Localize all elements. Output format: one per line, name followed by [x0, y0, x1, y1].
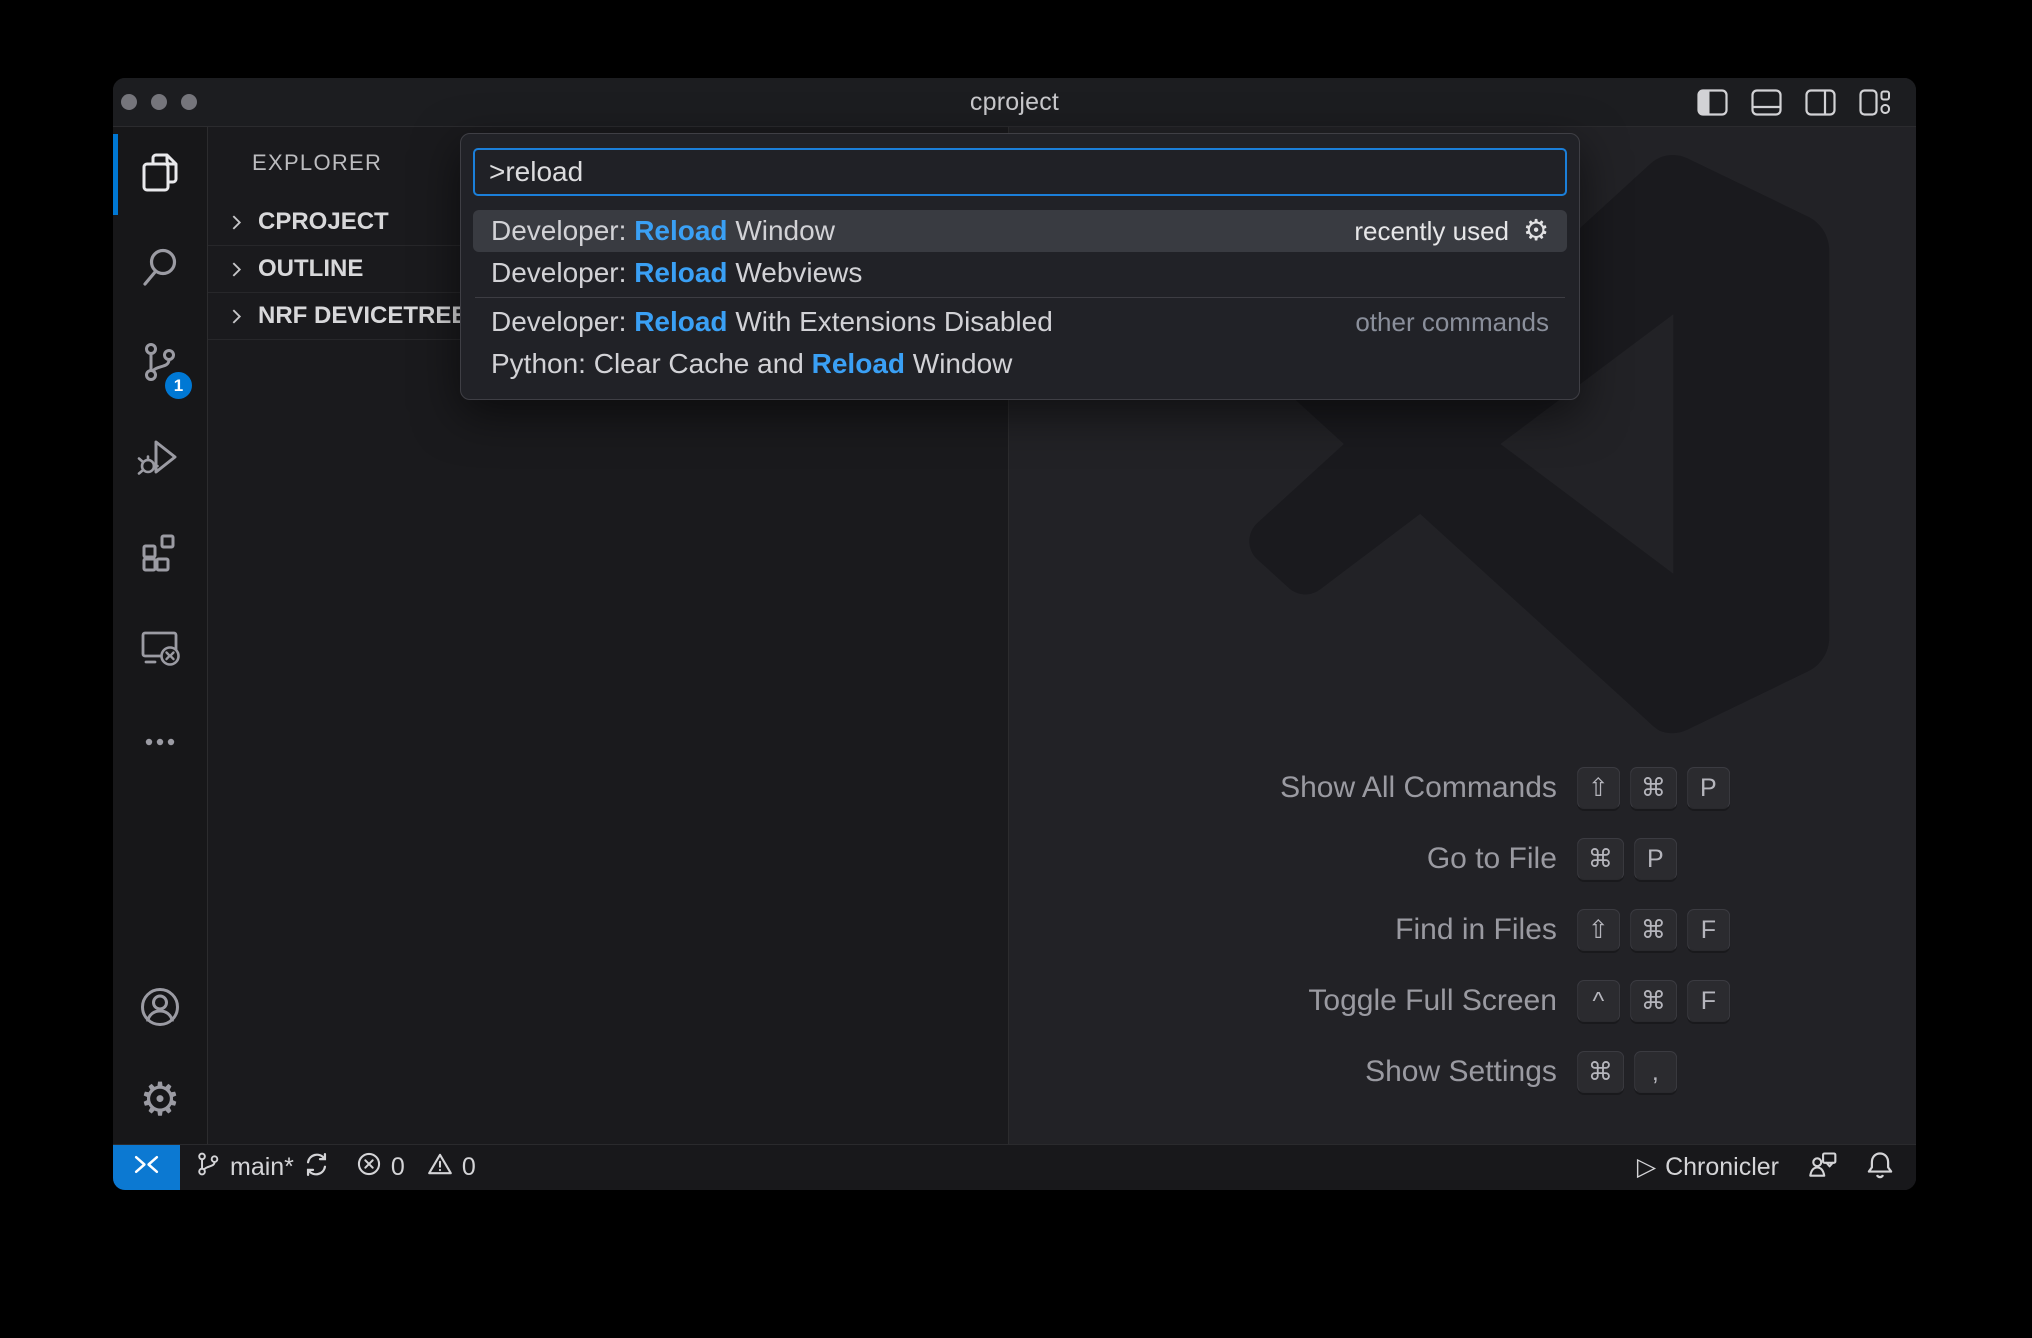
command-item-reload-webviews[interactable]: Developer: Reload Webviews	[473, 252, 1567, 294]
problems-status-item[interactable]: 0 0	[356, 1151, 476, 1184]
window-title: cproject	[970, 88, 1059, 117]
toggle-secondary-sidebar-icon[interactable]	[1805, 89, 1836, 116]
close-button[interactable]	[121, 94, 137, 110]
watermark-shortcuts: Show All Commands ⇧ ⌘ P Go to File ⌘ P F…	[1280, 767, 1730, 1093]
toggle-primary-sidebar-icon[interactable]	[1697, 89, 1728, 116]
remote-icon	[133, 1153, 160, 1182]
sidebar-item-extensions[interactable]	[113, 507, 207, 602]
error-icon	[356, 1151, 382, 1184]
cmd-key: ⌘	[1577, 838, 1624, 880]
shortcut-keys: ⌘ P	[1577, 838, 1730, 880]
status-bar: main* 0 0	[113, 1144, 1916, 1190]
chevron-right-icon	[228, 214, 245, 231]
search-icon	[136, 243, 184, 296]
gear-icon[interactable]: ⚙	[1523, 217, 1549, 246]
ellipsis-icon	[136, 718, 184, 771]
scm-badge: 1	[165, 372, 192, 399]
command-palette-input[interactable]: >reload	[473, 148, 1567, 196]
command-item-reload-extensions-disabled[interactable]: Developer: Reload With Extensions Disabl…	[473, 301, 1567, 343]
minimize-button[interactable]	[151, 94, 167, 110]
shortcut-keys: ⇧ ⌘ P	[1577, 767, 1730, 809]
error-count: 0	[391, 1153, 405, 1182]
chevron-right-icon	[228, 261, 245, 278]
workbench: 1	[113, 127, 1916, 1144]
remote-indicator[interactable]	[113, 1145, 180, 1190]
customize-layout-icon[interactable]	[1859, 89, 1890, 116]
sidebar-item-source-control[interactable]: 1	[113, 317, 207, 412]
command-list: Developer: Reload Window recently used ⚙…	[473, 210, 1567, 385]
f-key: F	[1687, 909, 1730, 951]
branch-status-item[interactable]: main*	[195, 1151, 330, 1185]
run-debug-icon	[136, 433, 184, 486]
shortcut-label: Go to File	[1427, 842, 1557, 876]
p-key: P	[1634, 838, 1677, 880]
chronicler-label: Chronicler	[1665, 1153, 1779, 1182]
other-commands-label: other commands	[1355, 307, 1549, 338]
accounts-button[interactable]	[113, 964, 207, 1054]
toggle-panel-icon[interactable]	[1751, 89, 1782, 116]
settings-button[interactable]: ⚙	[113, 1054, 207, 1144]
sidebar-item-search[interactable]	[113, 222, 207, 317]
sidebar-item-explorer[interactable]	[113, 127, 207, 222]
branch-label: main*	[230, 1153, 294, 1182]
cmd-key: ⌘	[1577, 1051, 1624, 1093]
notifications-button[interactable]	[1866, 1150, 1894, 1186]
recently-used-label: recently used	[1354, 216, 1509, 247]
comma-key: ,	[1634, 1051, 1677, 1093]
feedback-button[interactable]	[1807, 1150, 1838, 1185]
warning-count: 0	[462, 1153, 476, 1182]
files-icon	[136, 148, 184, 201]
bell-icon	[1866, 1150, 1894, 1186]
shortcut-label: Show All Commands	[1280, 771, 1557, 805]
section-label: NRF DEVICETREE	[258, 302, 467, 330]
command-text: Developer: Reload Webviews	[491, 257, 862, 289]
section-label: CPROJECT	[258, 208, 389, 236]
account-icon	[136, 983, 184, 1036]
command-item-python-clear-cache[interactable]: Python: Clear Cache and Reload Window	[473, 343, 1567, 385]
command-palette: >reload Developer: Reload Window recentl…	[460, 133, 1580, 400]
extensions-icon	[136, 528, 184, 581]
ctrl-key: ^	[1577, 980, 1620, 1022]
shift-key: ⇧	[1577, 767, 1620, 809]
cmd-key: ⌘	[1630, 767, 1677, 809]
more-actions-button[interactable]	[113, 697, 207, 792]
sync-icon	[303, 1151, 330, 1185]
zoom-button[interactable]	[181, 94, 197, 110]
f-key: F	[1687, 980, 1730, 1022]
activity-bar: 1	[113, 127, 208, 1144]
command-item-reload-window[interactable]: Developer: Reload Window recently used ⚙	[473, 210, 1567, 252]
sidebar-item-remote-explorer[interactable]	[113, 602, 207, 697]
shortcut-label: Toggle Full Screen	[1308, 984, 1556, 1018]
chronicler-status-item[interactable]: ▷ Chronicler	[1637, 1153, 1779, 1182]
shortcut-keys: ⇧ ⌘ F	[1577, 909, 1730, 951]
command-text: Developer: Reload With Extensions Disabl…	[491, 306, 1053, 338]
cmd-key: ⌘	[1630, 909, 1677, 951]
shortcut-keys: ⌘ ,	[1577, 1051, 1730, 1093]
list-separator	[475, 297, 1565, 298]
shift-key: ⇧	[1577, 909, 1620, 951]
chevron-right-icon	[228, 308, 245, 325]
shortcut-label: Find in Files	[1395, 913, 1557, 947]
cmd-key: ⌘	[1630, 980, 1677, 1022]
title-bar: cproject	[113, 78, 1916, 127]
query-text: >reload	[489, 156, 583, 188]
shortcut-keys: ^ ⌘ F	[1577, 980, 1730, 1022]
feedback-icon	[1807, 1150, 1838, 1185]
play-icon: ▷	[1637, 1155, 1656, 1180]
command-text: Developer: Reload Window	[491, 215, 835, 247]
traffic-lights	[121, 78, 197, 126]
git-branch-icon	[195, 1151, 221, 1184]
vscode-window: cproject	[113, 78, 1916, 1190]
p-key: P	[1687, 767, 1730, 809]
sidebar-item-run-debug[interactable]	[113, 412, 207, 507]
section-label: OUTLINE	[258, 255, 363, 283]
command-text: Python: Clear Cache and Reload Window	[491, 348, 1012, 380]
gear-icon: ⚙	[139, 1076, 180, 1122]
warning-icon	[427, 1151, 453, 1184]
remote-explorer-icon	[136, 623, 184, 676]
shortcut-label: Show Settings	[1365, 1055, 1557, 1089]
